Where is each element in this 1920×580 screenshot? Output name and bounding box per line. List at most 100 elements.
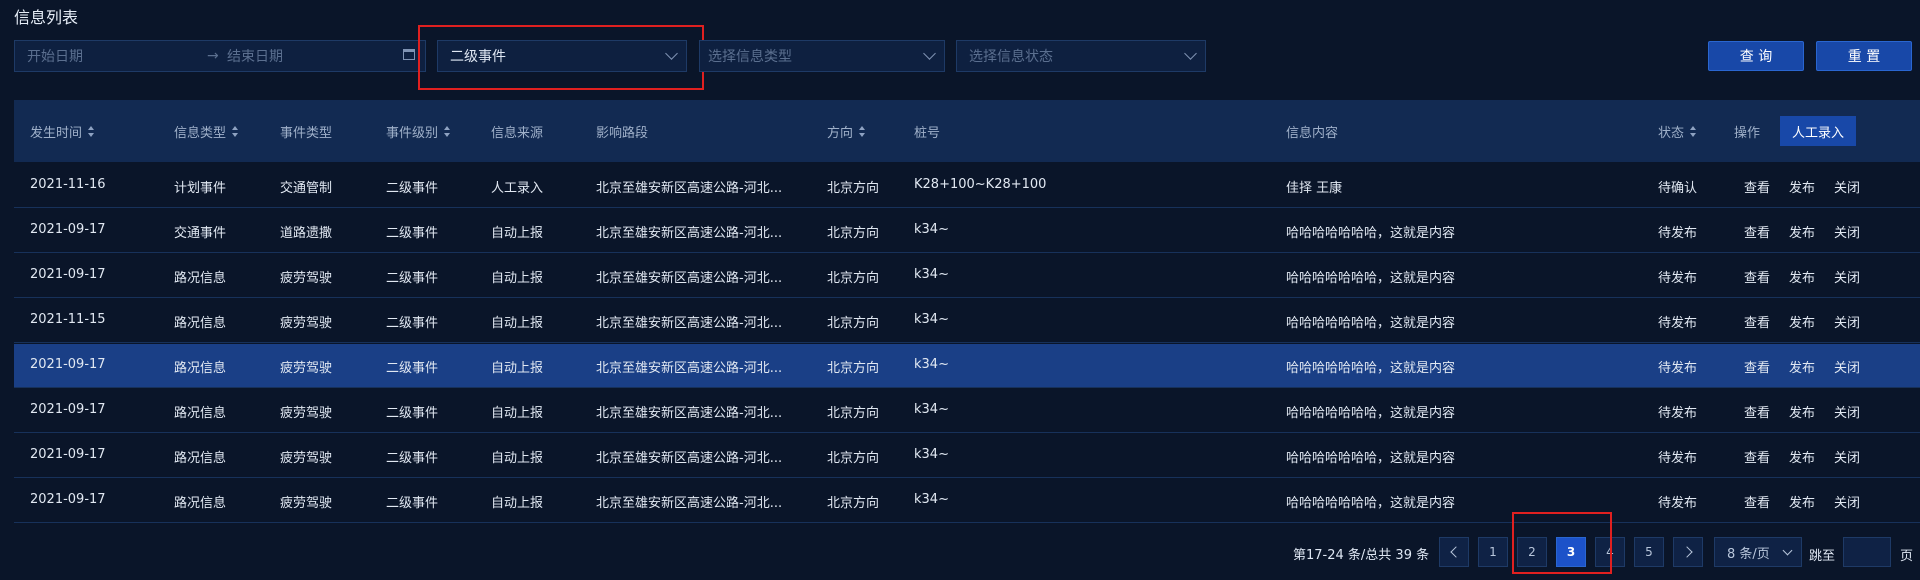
- cell-road: 北京至雄安新区高速公路-河北...: [596, 316, 783, 331]
- close-button[interactable]: 关闭: [1834, 177, 1860, 196]
- cell-content: 哈哈哈哈哈哈哈，这就是内容: [1286, 226, 1456, 241]
- publish-button[interactable]: 发布: [1789, 492, 1815, 511]
- info-status-placeholder: 选择信息状态: [969, 49, 1053, 65]
- info-status-select[interactable]: 选择信息状态: [956, 40, 1206, 72]
- publish-button[interactable]: 发布: [1789, 177, 1815, 196]
- end-date-input[interactable]: 结束日期: [227, 46, 397, 66]
- sort-icon[interactable]: [1690, 125, 1697, 138]
- column-header-direction[interactable]: 方向: [827, 122, 866, 141]
- table-row[interactable]: 2021-11-16 计划事件 交通管制 二级事件 人工录入 北京至雄安新区高速公路-河北…: [14, 164, 1920, 208]
- close-button[interactable]: 关闭: [1834, 357, 1860, 376]
- publish-button[interactable]: 发布: [1789, 312, 1815, 331]
- cell-info-type: 路况信息: [174, 316, 227, 331]
- view-button[interactable]: 查看: [1744, 222, 1770, 241]
- column-header-source: 信息来源: [491, 126, 544, 141]
- cell-road: 北京至雄安新区高速公路-河北...: [596, 496, 783, 511]
- cell-stake: k34~: [914, 402, 949, 417]
- view-button[interactable]: 查看: [1744, 267, 1770, 286]
- cell-stake: k34~: [914, 492, 949, 507]
- column-header-info-type[interactable]: 信息类型: [174, 122, 239, 141]
- sort-icon[interactable]: [444, 125, 451, 138]
- column-header-level[interactable]: 事件级别: [386, 122, 451, 141]
- cell-info-type: 计划事件: [174, 181, 227, 196]
- cell-content: 哈哈哈哈哈哈哈，这就是内容: [1286, 316, 1456, 331]
- page-size-select[interactable]: 8 条/页: [1714, 537, 1802, 567]
- table-row[interactable]: 2021-09-17 路况信息 疲劳驾驶 二级事件 自动上报 北京至雄安新区高速公路-河北…: [14, 389, 1920, 433]
- cell-source: 自动上报: [491, 271, 544, 286]
- cell-direction: 北京方向: [827, 451, 880, 466]
- column-header-road: 影响路段: [596, 126, 649, 141]
- info-type-select[interactable]: 选择信息类型: [699, 40, 945, 72]
- cell-info-type: 交通事件: [174, 226, 227, 241]
- close-button[interactable]: 关闭: [1834, 447, 1860, 466]
- table-row[interactable]: 2021-11-15 路况信息 疲劳驾驶 二级事件 自动上报 北京至雄安新区高速公路-河北…: [14, 299, 1920, 343]
- cell-direction: 北京方向: [827, 316, 880, 331]
- chevron-down-icon: [1184, 47, 1197, 60]
- publish-button[interactable]: 发布: [1789, 447, 1815, 466]
- cell-level: 二级事件: [386, 496, 439, 511]
- table-row[interactable]: 2021-09-17 交通事件 道路遗撒 二级事件 自动上报 北京至雄安新区高速公路-河北…: [14, 209, 1920, 253]
- query-button[interactable]: 查 询: [1708, 41, 1804, 71]
- cell-event-type: 疲劳驾驶: [280, 316, 333, 331]
- jump-label: 跳至: [1809, 549, 1836, 564]
- page-1-button[interactable]: 1: [1478, 537, 1508, 567]
- table-row[interactable]: 2021-09-17 路况信息 疲劳驾驶 二级事件 自动上报 北京至雄安新区高速公路-河北…: [14, 344, 1920, 388]
- date-range-picker[interactable]: 开始日期 → 结束日期: [14, 40, 426, 72]
- close-button[interactable]: 关闭: [1834, 222, 1860, 241]
- cell-road: 北京至雄安新区高速公路-河北...: [596, 226, 783, 241]
- close-button[interactable]: 关闭: [1834, 267, 1860, 286]
- column-header-time[interactable]: 发生时间: [30, 122, 95, 141]
- manual-entry-button[interactable]: 人工录入: [1780, 116, 1856, 146]
- cell-road: 北京至雄安新区高速公路-河北...: [596, 271, 783, 286]
- close-button[interactable]: 关闭: [1834, 312, 1860, 331]
- sort-icon[interactable]: [232, 125, 239, 138]
- sort-icon[interactable]: [859, 125, 866, 138]
- cell-level: 二级事件: [386, 361, 439, 376]
- view-button[interactable]: 查看: [1744, 357, 1770, 376]
- cell-event-type: 疲劳驾驶: [280, 451, 333, 466]
- pagination-summary: 第17-24 条/总共 39 条: [1293, 548, 1430, 563]
- jump-page-input[interactable]: [1843, 537, 1891, 567]
- table-row[interactable]: 2021-09-17 路况信息 疲劳驾驶 二级事件 自动上报 北京至雄安新区高速公路-河北…: [14, 479, 1920, 523]
- cell-stake: K28+100~K28+100: [914, 177, 1047, 192]
- prev-page-button[interactable]: [1439, 537, 1469, 567]
- cell-source: 自动上报: [491, 316, 544, 331]
- column-header-status[interactable]: 状态: [1658, 122, 1697, 141]
- reset-button[interactable]: 重 置: [1816, 41, 1912, 71]
- view-button[interactable]: 查看: [1744, 447, 1770, 466]
- publish-button[interactable]: 发布: [1789, 357, 1815, 376]
- cell-time: 2021-09-17: [30, 402, 106, 417]
- publish-button[interactable]: 发布: [1789, 402, 1815, 421]
- table-row[interactable]: 2021-09-17 路况信息 疲劳驾驶 二级事件 自动上报 北京至雄安新区高速公路-河北…: [14, 434, 1920, 478]
- cell-road: 北京至雄安新区高速公路-河北...: [596, 451, 783, 466]
- cell-direction: 北京方向: [827, 226, 880, 241]
- view-button[interactable]: 查看: [1744, 492, 1770, 511]
- view-button[interactable]: 查看: [1744, 312, 1770, 331]
- column-header-actions: 操作: [1734, 126, 1761, 141]
- table-row[interactable]: 2021-09-17 路况信息 疲劳驾驶 二级事件 自动上报 北京至雄安新区高速公路-河北…: [14, 254, 1920, 298]
- cell-event-type: 疲劳驾驶: [280, 271, 333, 286]
- cell-event-type: 疲劳驾驶: [280, 496, 333, 511]
- cell-content: 佳择 王康: [1286, 181, 1343, 196]
- cell-content: 哈哈哈哈哈哈哈，这就是内容: [1286, 406, 1456, 421]
- cell-time: 2021-09-17: [30, 357, 106, 372]
- calendar-icon[interactable]: [403, 49, 415, 60]
- page-5-button[interactable]: 5: [1634, 537, 1664, 567]
- cell-source: 自动上报: [491, 496, 544, 511]
- publish-button[interactable]: 发布: [1789, 267, 1815, 286]
- view-button[interactable]: 查看: [1744, 402, 1770, 421]
- cell-time: 2021-11-15: [30, 312, 106, 327]
- close-button[interactable]: 关闭: [1834, 402, 1860, 421]
- chevron-left-icon: [1449, 546, 1462, 558]
- view-button[interactable]: 查看: [1744, 177, 1770, 196]
- cell-event-type: 疲劳驾驶: [280, 361, 333, 376]
- chevron-down-icon: [923, 47, 936, 60]
- table-header: 发生时间 信息类型 事件类型 事件级别 信息来源 影响路段 方向 桩号 信息内容…: [14, 100, 1920, 162]
- start-date-input[interactable]: 开始日期: [27, 46, 207, 66]
- cell-stake: k34~: [914, 222, 949, 237]
- sort-icon[interactable]: [88, 125, 95, 138]
- chevron-down-icon: [1782, 545, 1793, 556]
- close-button[interactable]: 关闭: [1834, 492, 1860, 511]
- publish-button[interactable]: 发布: [1789, 222, 1815, 241]
- next-page-button[interactable]: [1673, 537, 1703, 567]
